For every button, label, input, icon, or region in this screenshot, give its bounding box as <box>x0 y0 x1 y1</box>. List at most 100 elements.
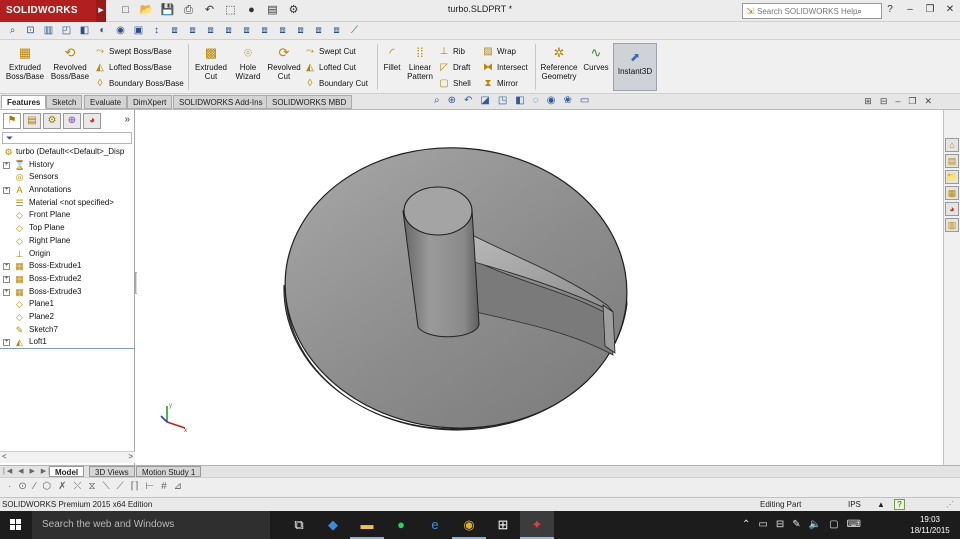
polygon-icon[interactable]: ⬡ <box>42 481 51 492</box>
appearances-scenes-icon[interactable]: ◕ <box>945 202 959 216</box>
tree-item[interactable]: ◇ Front Plane <box>0 209 135 222</box>
scroll-right-icon[interactable]: > <box>128 452 133 461</box>
file-explorer-icon[interactable]: ▬ <box>350 511 384 539</box>
keyboard-icon[interactable]: ⌨ <box>847 511 861 539</box>
volume-icon[interactable]: 🔈 <box>809 511 821 539</box>
tab-addins[interactable]: SOLIDWORKS Add-Ins <box>173 95 269 109</box>
boundary-boss-button[interactable]: ◊ Boundary Boss/Base <box>94 77 184 91</box>
wrap-button[interactable]: ▨ Wrap <box>482 45 516 59</box>
dimxpert-manager-tab-icon[interactable]: ⊕ <box>63 113 81 129</box>
language-icon[interactable]: ✎ <box>792 511 800 539</box>
scene-icon[interactable]: ▣ <box>132 24 145 37</box>
display-manager-tab-icon[interactable]: ◕ <box>83 113 101 129</box>
cube-icon[interactable]: ⧈ <box>294 24 307 37</box>
tree-item[interactable]: ✎ Sketch7 <box>0 324 135 337</box>
arrow-icon[interactable]: ↕ <box>150 24 163 37</box>
point-icon[interactable]: · <box>8 481 11 492</box>
hide-show-icon[interactable]: ◐ <box>96 24 109 37</box>
revolved-boss-button[interactable]: ⟲ Revolved Boss/Base <box>48 46 92 90</box>
tree-root-part[interactable]: ⚙ turbo (Default<<Default>_Disp <box>0 146 135 159</box>
restore-icon[interactable]: ❐ <box>924 4 936 15</box>
rib-button[interactable]: ⊥ Rib <box>438 45 465 59</box>
intersect-button[interactable]: ⧓ Intersect <box>482 61 528 75</box>
curves-button[interactable]: ∿ Curves <box>582 46 610 90</box>
help-search-input[interactable] <box>757 4 857 18</box>
previous-view-icon[interactable]: ↶ <box>464 95 472 109</box>
view-settings-icon[interactable]: ▭ <box>580 95 589 109</box>
tree-item[interactable]: + ⌛ History <box>0 159 135 172</box>
line-icon[interactable]: ∕ <box>34 481 36 492</box>
network-icon[interactable]: ⊟ <box>776 511 784 539</box>
custom-properties-icon[interactable]: ▥ <box>945 218 959 232</box>
hole-wizard-button[interactable]: ⌾ Hole Wizard <box>232 46 264 90</box>
edge-browser-icon[interactable]: e <box>418 511 452 539</box>
store-icon[interactable]: ⊞ <box>486 511 520 539</box>
cube-icon[interactable]: ⧈ <box>330 24 343 37</box>
feature-tree-scrollbar[interactable]: < > <box>0 451 135 463</box>
display-style-icon[interactable]: ◧ <box>515 95 524 109</box>
taskbar-clock[interactable]: 19:03 18/11/2015 <box>906 514 954 536</box>
tree-item[interactable]: ◇ Plane2 <box>0 311 135 324</box>
solidworks-resources-icon[interactable]: ⌂ <box>945 138 959 152</box>
file-explorer-icon[interactable]: 📁 <box>945 170 959 184</box>
relations-icon[interactable]: ⊿ <box>174 481 182 492</box>
tab-evaluate[interactable]: Evaluate <box>84 95 128 109</box>
fillet-button[interactable]: ◜ Fillet <box>380 46 404 90</box>
tree-item[interactable]: + ▦ Boss-Extrude1 <box>0 260 135 273</box>
viewport-restore-icon[interactable]: ❐ <box>908 96 916 107</box>
help-icon[interactable]: ? <box>884 4 896 15</box>
tree-item[interactable]: + ▦ Boss-Extrude3 <box>0 286 135 299</box>
zoom-icon[interactable]: ⌕ <box>6 24 19 37</box>
zoom-to-fit-icon[interactable]: ⌕ <box>434 95 440 109</box>
tab-dimxpert[interactable]: DimXpert <box>127 95 173 109</box>
zoom-to-area-icon[interactable]: ⊕ <box>448 95 456 109</box>
sketch-grid-icon[interactable]: # <box>161 481 167 492</box>
tab-mbd[interactable]: SOLIDWORKS MBD <box>266 95 353 109</box>
expand-toggle-icon[interactable]: + <box>3 339 10 347</box>
notifications-icon[interactable]: ▢ <box>829 511 838 539</box>
viewport-close-icon[interactable]: ✕ <box>924 96 932 107</box>
expand-toggle-icon[interactable]: + <box>3 263 10 271</box>
lofted-cut-button[interactable]: ◭ Lofted Cut <box>304 61 356 75</box>
more-tabs-icon[interactable]: » <box>124 114 130 125</box>
edit-appearance-icon[interactable]: ◉ <box>547 95 556 109</box>
tree-item[interactable]: ☰ Material <not specified> <box>0 197 135 210</box>
apply-scene-icon[interactable]: ❀ <box>563 95 571 109</box>
model-viewport[interactable]: y x <box>137 110 943 465</box>
graphics-area[interactable]: y x <box>137 110 943 465</box>
start-button[interactable] <box>0 511 32 539</box>
close-icon[interactable]: ✕ <box>944 4 956 15</box>
reference-geometry-button[interactable]: ✲ Reference Geometry <box>538 46 580 90</box>
section-view-icon[interactable]: ▥ <box>42 24 55 37</box>
battery-icon[interactable]: ▭ <box>758 511 767 539</box>
cube-icon[interactable]: ⧈ <box>186 24 199 37</box>
tree-item[interactable]: ◇ Plane1 <box>0 298 135 311</box>
view-orientation-icon[interactable]: ◳ <box>498 95 507 109</box>
hide-show-items-icon[interactable]: ◌ <box>533 95 539 109</box>
property-manager-tab-icon[interactable]: ▤ <box>23 113 41 129</box>
expand-toggle-icon[interactable]: + <box>3 288 10 296</box>
appearance-icon[interactable]: ◉ <box>114 24 127 37</box>
feature-tree-filter[interactable]: ⏷ <box>2 132 132 144</box>
lofted-boss-button[interactable]: ◭ Lofted Boss/Base <box>94 61 172 75</box>
expand-toggle-icon[interactable]: + <box>3 187 10 195</box>
expand-toggle-icon[interactable]: + <box>3 275 10 283</box>
feature-tree-tab-icon[interactable]: ⚑ <box>3 113 21 129</box>
cube-icon[interactable]: ⧈ <box>240 24 253 37</box>
viewport-layout-icon[interactable]: ⊟ <box>880 96 888 107</box>
normal-to-icon[interactable]: ⟋ <box>348 24 361 37</box>
corner-rectangle-icon[interactable]: ⌈⌉ <box>131 481 139 492</box>
units-selector[interactable]: IPS <box>848 498 861 511</box>
search-icon[interactable]: ⌕ <box>857 6 862 17</box>
expand-toggle-icon[interactable]: + <box>3 161 10 169</box>
tree-item[interactable]: ⊥ Origin <box>0 248 135 261</box>
task-view-icon[interactable]: ⧉ <box>282 511 316 539</box>
swept-cut-button[interactable]: ⤳ Swept Cut <box>304 45 356 59</box>
tab-model[interactable]: Model <box>49 466 85 477</box>
boundary-cut-button[interactable]: ◊ Boundary Cut <box>304 77 368 91</box>
tree-item[interactable]: ◇ Right Plane <box>0 235 135 248</box>
zoom-area-icon[interactable]: ⊡ <box>24 24 37 37</box>
show-hidden-icons-icon[interactable]: ⌃ <box>742 511 750 539</box>
section-view-icon[interactable]: ◪ <box>480 95 489 109</box>
view-palette-icon[interactable]: ▦ <box>945 186 959 200</box>
